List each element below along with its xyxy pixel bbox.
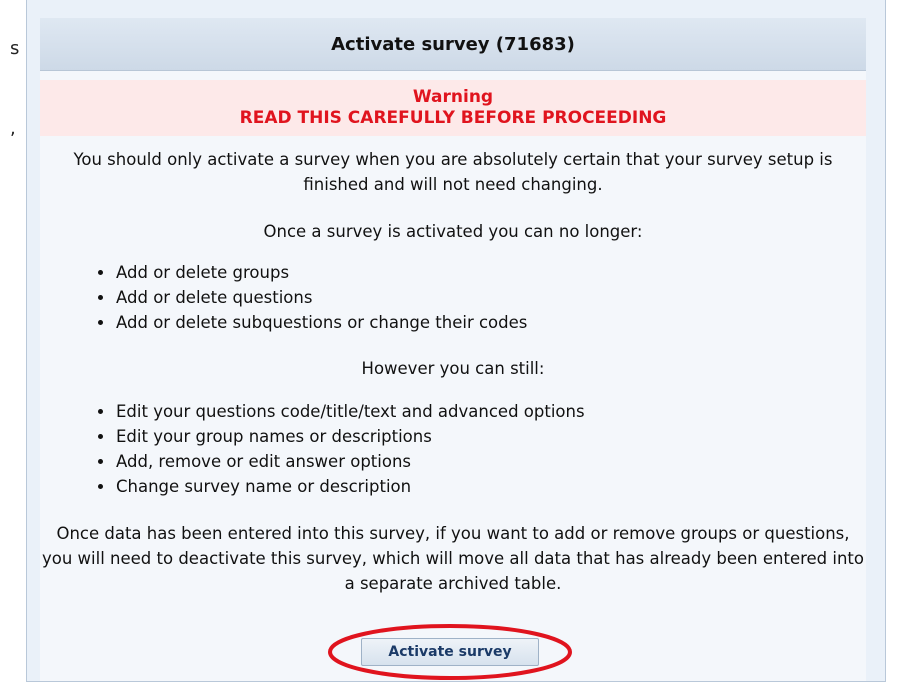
no-longer-heading: Once a survey is activated you can no lo…: [263, 222, 643, 241]
closing-text: Once data has been entered into this sur…: [41, 524, 864, 593]
still-heading: However you can still:: [361, 359, 545, 378]
list-item: Edit your group names or descriptions: [98, 424, 866, 449]
content-frame: Activate survey (71683) Warning READ THI…: [26, 0, 886, 682]
action-area: Activate survey: [40, 623, 866, 681]
list-item: Add or delete questions: [98, 285, 866, 310]
warning-heading: Warning: [412, 87, 494, 107]
warning-subheading: READ THIS CAREFULLY BEFORE PROCEEDING: [239, 108, 667, 128]
activate-survey-panel: Activate survey (71683) Warning READ THI…: [40, 18, 866, 681]
list-item: Add or delete groups: [98, 260, 866, 285]
activate-survey-button[interactable]: Activate survey: [361, 638, 539, 666]
partial-text-2: ,: [10, 118, 16, 139]
partial-text-1: s: [10, 38, 20, 59]
activation-info: You should only activate a survey when y…: [40, 147, 866, 596]
warning-box: Warning READ THIS CAREFULLY BEFORE PROCE…: [40, 80, 866, 136]
panel-title: Activate survey (71683): [331, 33, 575, 55]
panel-header: Activate survey (71683): [40, 18, 866, 71]
list-item: Add or delete subquestions or change the…: [98, 310, 866, 335]
no-longer-list: Add or delete groups Add or delete quest…: [40, 260, 866, 335]
intro-text: You should only activate a survey when y…: [73, 150, 833, 194]
list-item: Edit your questions code/title/text and …: [98, 399, 866, 424]
still-list: Edit your questions code/title/text and …: [40, 399, 866, 499]
list-item: Add, remove or edit answer options: [98, 449, 866, 474]
list-item: Change survey name or description: [98, 474, 866, 499]
